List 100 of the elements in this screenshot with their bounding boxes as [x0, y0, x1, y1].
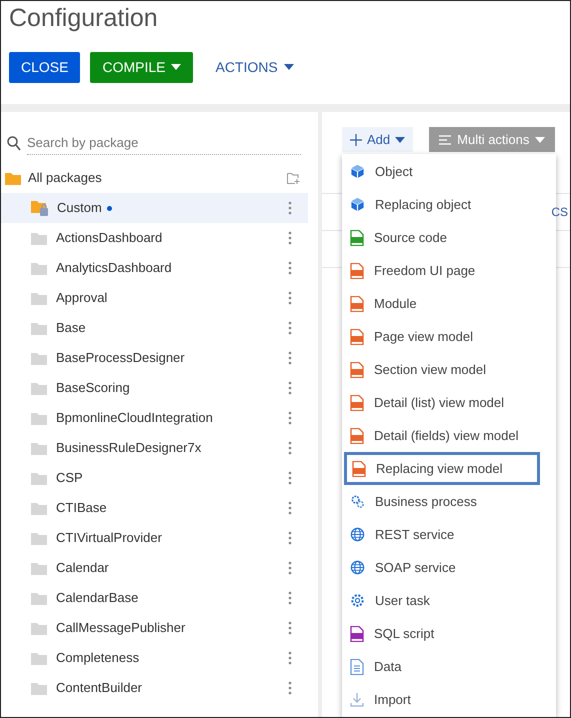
caret-icon	[535, 136, 546, 142]
menu-item[interactable]: SQL script	[342, 617, 556, 650]
add-button[interactable]: Add	[342, 127, 414, 152]
download-icon	[350, 692, 364, 707]
more-icon[interactable]	[288, 411, 292, 425]
menu-item[interactable]: Detail (list) view model	[342, 386, 556, 419]
more-icon[interactable]	[288, 351, 292, 365]
gear-icon	[350, 593, 365, 608]
tree-item[interactable]: ContentBuilder	[56, 678, 142, 698]
script-file-icon	[350, 296, 364, 312]
document-icon	[350, 658, 364, 674]
search-icon	[7, 136, 21, 150]
cube-icon	[350, 197, 365, 212]
folder-icon	[31, 352, 47, 364]
locked-folder-icon	[31, 200, 48, 216]
more-icon[interactable]	[288, 231, 292, 245]
tree-item[interactable]: CTIBase	[56, 498, 107, 518]
caret-icon	[284, 64, 294, 70]
script-file-icon	[350, 262, 364, 278]
more-icon[interactable]	[288, 681, 292, 695]
more-icon[interactable]	[288, 651, 292, 665]
folder-icon	[31, 382, 47, 394]
more-icon[interactable]	[288, 501, 292, 515]
tree-item[interactable]: CalendarBase	[56, 588, 138, 608]
menu-item[interactable]: Business process	[342, 485, 556, 518]
close-button[interactable]: CLOSE	[9, 52, 80, 82]
tree-item[interactable]: ActionsDashboard	[56, 228, 162, 248]
more-icon[interactable]	[288, 321, 292, 335]
plus-icon	[350, 134, 362, 146]
search-field[interactable]: Search by package	[27, 131, 301, 155]
cube-icon	[350, 164, 365, 179]
compile-button[interactable]: COMPILE	[90, 52, 194, 82]
tree-item[interactable]: Approval	[56, 288, 108, 308]
tree-item[interactable]: Base	[56, 318, 86, 338]
menu-item[interactable]: Module	[342, 287, 556, 320]
folder-icon	[31, 622, 47, 634]
tree-item[interactable]: All packages	[28, 168, 102, 188]
folder-icon	[31, 442, 47, 454]
tree-item[interactable]: Custom	[57, 198, 102, 218]
folder-icon	[31, 532, 47, 544]
selected-row[interactable]: Custom	[1, 193, 308, 223]
menu-item[interactable]: SOAP service	[342, 551, 556, 584]
folder-icon	[31, 472, 47, 484]
actions-link[interactable]: ACTIONS	[203, 52, 306, 82]
more-icon[interactable]	[288, 621, 292, 635]
more-icon[interactable]	[288, 471, 292, 485]
script-file-icon	[350, 328, 364, 344]
folder-icon	[31, 412, 47, 424]
menu-item[interactable]: Detail (fields) view model	[342, 419, 556, 452]
more-icon[interactable]	[288, 531, 292, 545]
tree-item[interactable]: CTIVirtualProvider	[56, 528, 162, 548]
folder-icon	[31, 502, 47, 514]
tree-item[interactable]: Calendar	[56, 558, 109, 578]
menu-item[interactable]: Section view model	[342, 353, 556, 386]
script-file-icon	[350, 428, 364, 444]
tree-item[interactable]: BaseScoring	[56, 378, 130, 398]
folder-icon	[31, 592, 47, 604]
folder-icon	[31, 562, 47, 574]
more-icon[interactable]	[288, 201, 292, 215]
tree-item[interactable]: AnalyticsDashboard	[56, 258, 172, 278]
menu-item[interactable]: REST service	[342, 518, 556, 551]
script-file-icon	[350, 394, 364, 410]
folder-icon	[31, 232, 47, 244]
menu-item[interactable]: Data	[342, 650, 556, 683]
list-icon	[439, 134, 452, 144]
folder-icon	[31, 652, 47, 664]
folder-icon	[31, 292, 47, 304]
add-folder-icon[interactable]	[287, 172, 300, 184]
tree-item[interactable]: BusinessRuleDesigner7x	[56, 438, 202, 458]
caret-icon	[395, 136, 406, 142]
script-file-icon	[350, 362, 364, 378]
tree-item[interactable]: CallMessagePublisher	[56, 618, 186, 638]
tree-item[interactable]: BpmonlineCloudIntegration	[56, 408, 213, 428]
column-header: CS	[551, 204, 568, 221]
more-icon[interactable]	[288, 441, 292, 455]
script-file-icon	[352, 460, 366, 476]
folder-icon	[5, 172, 21, 184]
menu-item[interactable]: User task	[342, 584, 556, 617]
menu-item[interactable]: Source code	[342, 221, 556, 254]
database-file-icon	[350, 626, 364, 642]
more-icon[interactable]	[288, 591, 292, 605]
menu-item[interactable]: Replacing view model	[344, 452, 540, 485]
folder-icon	[31, 262, 47, 274]
page-title: Configuration	[9, 4, 158, 32]
more-icon[interactable]	[288, 381, 292, 395]
more-icon[interactable]	[288, 291, 292, 305]
more-icon[interactable]	[288, 561, 292, 575]
menu-item[interactable]: Freedom UI page	[342, 254, 556, 287]
code-file-icon	[350, 230, 364, 246]
tree-item[interactable]: Completeness	[56, 648, 140, 668]
more-icon[interactable]	[288, 261, 292, 275]
menu-item[interactable]: Import	[342, 683, 556, 716]
folder-icon	[31, 682, 47, 694]
menu-item[interactable]: Object	[342, 155, 556, 188]
menu-item[interactable]: Page view model	[342, 320, 556, 353]
gears-icon	[350, 494, 365, 509]
folder-icon	[31, 322, 47, 334]
tree-item[interactable]: BaseProcessDesigner	[56, 348, 185, 368]
tree-item[interactable]: CSP	[56, 468, 83, 488]
globe-icon	[350, 560, 365, 575]
